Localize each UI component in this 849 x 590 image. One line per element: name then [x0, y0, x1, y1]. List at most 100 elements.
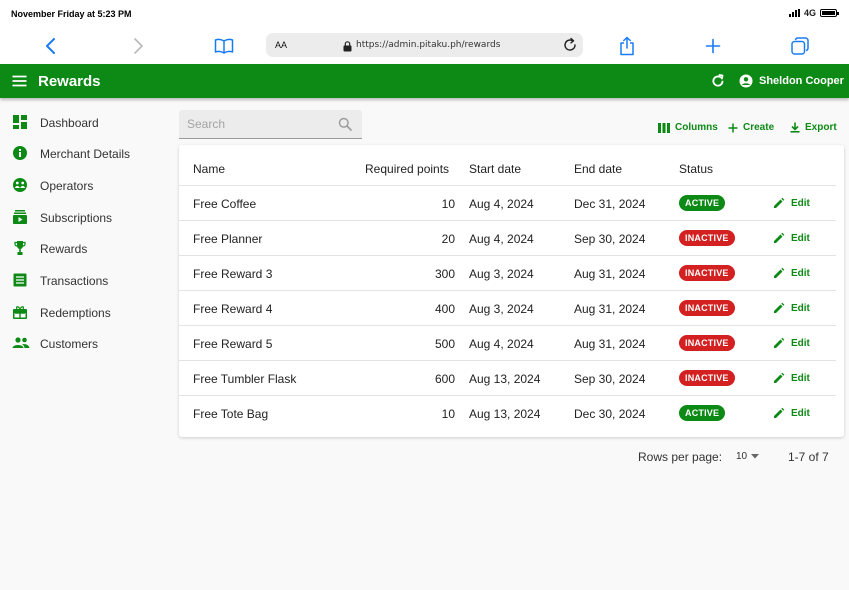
cell-start-date: Aug 4, 2024 [469, 197, 534, 211]
edit-button[interactable]: Edit [773, 407, 810, 419]
search-icon[interactable] [338, 117, 352, 136]
edit-button[interactable]: Edit [773, 337, 810, 349]
edit-button[interactable]: Edit [773, 302, 810, 314]
table-row[interactable]: Free Tumbler Flask 600 Aug 13, 2024 Sep … [179, 360, 836, 395]
tabs-icon[interactable] [788, 34, 812, 58]
table-row[interactable]: Free Reward 5 500 Aug 4, 2024 Aug 31, 20… [179, 325, 836, 360]
plus-icon [728, 123, 738, 132]
cell-name: Free Coffee [193, 197, 257, 211]
columns-button[interactable]: Columns [658, 122, 718, 133]
edit-label: Edit [791, 302, 810, 314]
cell-end-date: Sep 30, 2024 [574, 232, 646, 246]
refresh-icon[interactable] [711, 74, 725, 93]
cell-start-date: Aug 3, 2024 [469, 302, 534, 316]
edit-button[interactable]: Edit [773, 232, 810, 244]
signal-icon [788, 9, 800, 17]
trophy-icon [12, 240, 28, 256]
app-bar: Rewards Sheldon Cooper [0, 64, 849, 98]
status-badge: INACTIVE [679, 300, 735, 316]
status-time: November Friday at 5:23 PM [11, 9, 132, 19]
create-button[interactable]: Create [728, 122, 774, 133]
edit-label: Edit [791, 232, 810, 244]
column-header-status[interactable]: Status [679, 162, 713, 176]
cell-points: 10 [441, 197, 455, 211]
cell-points: 500 [434, 337, 455, 351]
sidebar-item-label: Redemptions [40, 306, 111, 320]
browser-toolbar: AA https://admin.pitaku.ph/rewards [0, 28, 849, 64]
cell-start-date: Aug 4, 2024 [469, 337, 534, 351]
status-badge: ACTIVE [679, 405, 726, 421]
sidebar-item-customers[interactable]: Customers [0, 327, 165, 357]
user-name[interactable]: Sheldon Cooper [759, 75, 844, 87]
sidebar-item-transactions[interactable]: Transactions [0, 264, 165, 294]
cell-start-date: Aug 3, 2024 [469, 267, 534, 281]
cell-points: 400 [434, 302, 455, 316]
menu-icon[interactable] [12, 74, 27, 92]
sidebar-item-subscriptions[interactable]: Subscriptions [0, 201, 165, 231]
pencil-icon [774, 267, 785, 278]
table-row[interactable]: Free Planner 20 Aug 4, 2024 Sep 30, 2024… [179, 220, 836, 255]
account-circle-icon[interactable] [739, 74, 753, 93]
table-row[interactable]: Free Tote Bag 10 Aug 13, 2024 Dec 30, 20… [179, 395, 836, 430]
table-row[interactable]: Free Coffee 10 Aug 4, 2024 Dec 31, 2024 … [179, 185, 836, 220]
rows-per-page-select[interactable]: 10 [736, 451, 760, 462]
share-icon[interactable] [615, 34, 639, 58]
cell-points: 20 [441, 232, 455, 246]
address-bar[interactable]: AA https://admin.pitaku.ph/rewards [266, 33, 583, 57]
columns-icon [658, 122, 670, 133]
status-badge: ACTIVE [679, 195, 726, 211]
pencil-icon [774, 197, 785, 208]
column-header-required-points[interactable]: Required points [365, 162, 449, 176]
cell-end-date: Sep 30, 2024 [574, 372, 646, 386]
reload-icon[interactable] [562, 37, 578, 58]
reader-aa-button[interactable]: AA [275, 40, 287, 50]
new-tab-icon[interactable] [701, 34, 725, 58]
sidebar-item-label: Operators [40, 179, 94, 193]
status-badge: INACTIVE [679, 230, 735, 246]
cell-name: Free Reward 3 [193, 267, 273, 281]
sidebar-item-label: Merchant Details [40, 147, 131, 161]
sidebar-item-operators[interactable]: Operators [0, 169, 165, 199]
sidebar-item-dashboard[interactable]: Dashboard [0, 106, 165, 136]
cell-name: Free Planner [193, 232, 263, 246]
pencil-icon [774, 232, 785, 243]
subscriptions-icon [12, 209, 28, 225]
table-row[interactable]: Free Reward 4 400 Aug 3, 2024 Aug 31, 20… [179, 290, 836, 325]
cell-start-date: Aug 13, 2024 [469, 407, 541, 421]
sidebar-item-merchant-details[interactable]: Merchant Details [0, 137, 165, 167]
cell-name: Free Reward 5 [193, 337, 273, 351]
bookmarks-icon[interactable] [212, 34, 236, 58]
sidebar-item-rewards[interactable]: Rewards [0, 232, 165, 262]
column-header-start-date[interactable]: Start date [469, 162, 521, 176]
edit-label: Edit [791, 407, 810, 419]
cell-end-date: Aug 31, 2024 [574, 337, 646, 351]
battery-icon [820, 9, 839, 17]
sidebar-item-label: Customers [40, 337, 99, 351]
forward-icon[interactable] [126, 34, 150, 58]
table-row[interactable]: Free Reward 3 300 Aug 3, 2024 Aug 31, 20… [179, 255, 836, 290]
sidebar-item-label: Rewards [40, 242, 88, 256]
page-title: Rewards [38, 73, 101, 90]
search-box[interactable] [179, 110, 362, 139]
list-icon [12, 272, 28, 288]
edit-button[interactable]: Edit [773, 197, 810, 209]
edit-button[interactable]: Edit [773, 267, 810, 279]
cell-end-date: Aug 31, 2024 [574, 267, 646, 281]
back-icon[interactable] [39, 34, 63, 58]
sidebar-item-redemptions[interactable]: Redemptions [0, 296, 165, 326]
column-header-name[interactable]: Name [193, 162, 225, 176]
cell-points: 10 [441, 407, 455, 421]
column-header-end-date[interactable]: End date [574, 162, 622, 176]
edit-button[interactable]: Edit [773, 372, 810, 384]
create-label: Create [743, 122, 775, 133]
chevron-down-icon [751, 454, 760, 459]
export-button[interactable]: Export [790, 122, 837, 133]
rows-per-page-label: Rows per page: [638, 450, 723, 464]
url-text: https://admin.pitaku.ph/rewards [356, 40, 501, 50]
cell-start-date: Aug 4, 2024 [469, 232, 534, 246]
cell-points: 300 [434, 267, 455, 281]
cell-end-date: Dec 31, 2024 [574, 197, 646, 211]
search-input[interactable] [187, 117, 327, 131]
edit-label: Edit [791, 337, 810, 349]
cell-name: Free Reward 4 [193, 302, 273, 316]
